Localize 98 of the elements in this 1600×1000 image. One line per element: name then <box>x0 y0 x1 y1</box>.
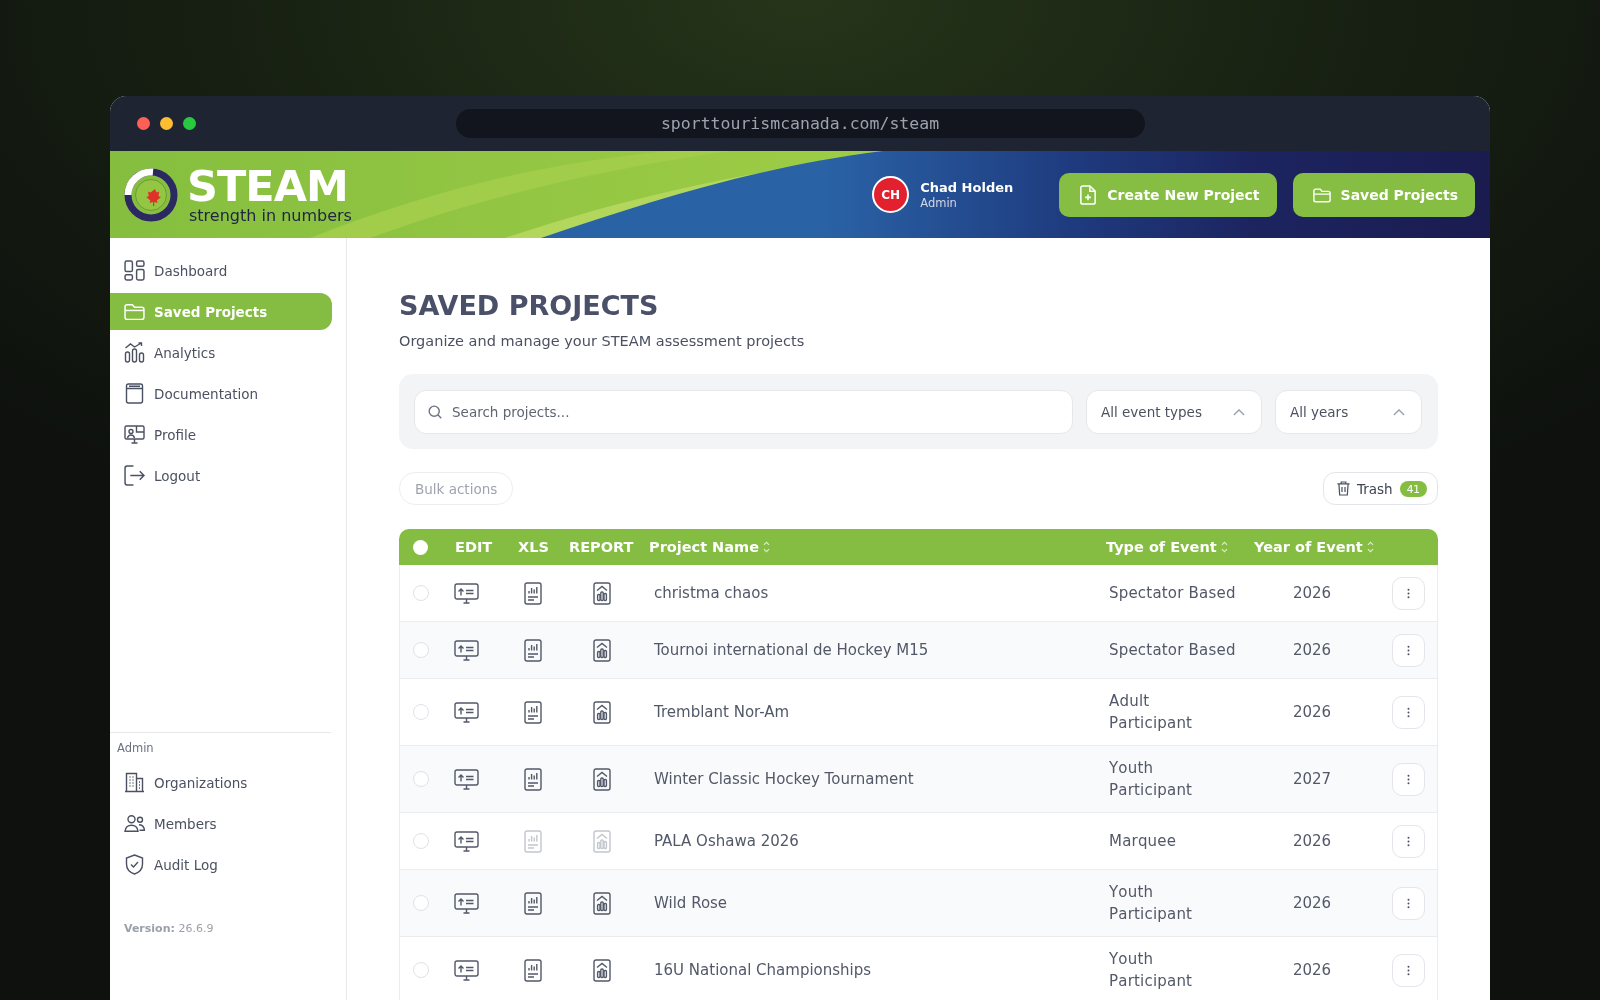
table-cell-text: Spectator Based <box>1109 640 1236 661</box>
version-text: Version: 26.6.9 <box>123 921 215 937</box>
monitor-arrow-icon[interactable] <box>454 639 479 661</box>
sidebar-item[interactable]: Profile <box>110 416 332 453</box>
more-icon <box>1407 964 1410 976</box>
ring-leaf-logo-icon <box>124 167 178 222</box>
logo-text: STEAM <box>187 164 348 207</box>
sidebar-item[interactable]: Logout <box>110 457 332 494</box>
minimize-window-icon[interactable] <box>160 117 173 130</box>
logo-tagline: strength in numbers <box>189 206 352 225</box>
table-cell: Tournoi international de Hockey M15 <box>654 641 929 659</box>
bar-chart-icon <box>124 342 145 363</box>
sidebar-item[interactable]: Audit Log <box>110 846 332 883</box>
column-header: EDIT <box>455 539 493 555</box>
report-document-icon[interactable] <box>593 581 611 605</box>
more-icon <box>1407 835 1410 847</box>
row-radio[interactable] <box>413 704 429 720</box>
table-cell: 2026 <box>1292 832 1332 850</box>
table-cell-text: Spectator Based <box>1109 583 1236 604</box>
monitor-arrow-icon[interactable] <box>454 768 479 790</box>
more-icon <box>1407 644 1410 656</box>
table-cell-text: Adult Participant <box>1109 691 1194 734</box>
building-icon <box>124 772 145 793</box>
trash-button[interactable]: Trash 41 <box>1322 472 1438 505</box>
table-cell: Tremblant Nor-Am <box>654 703 790 721</box>
sidebar-item[interactable]: Dashboard <box>110 252 332 289</box>
document-chart-icon[interactable] <box>524 767 542 791</box>
table-cell: Wild Rose <box>654 894 728 912</box>
report-document-icon[interactable] <box>593 767 611 791</box>
user-role: Admin <box>920 195 958 211</box>
row-radio[interactable] <box>413 895 429 911</box>
document-chart-icon[interactable] <box>524 700 542 724</box>
page-title: SAVED PROJECTS <box>399 289 660 323</box>
row-radio[interactable] <box>413 771 429 787</box>
monitor-arrow-icon[interactable] <box>454 582 479 604</box>
monitor-arrow-icon[interactable] <box>454 892 479 914</box>
table-cell: 2026 <box>1292 894 1332 912</box>
chevron-up-icon <box>1233 408 1245 416</box>
row-radio[interactable] <box>413 962 429 978</box>
book-icon <box>124 383 145 404</box>
maximize-window-icon[interactable] <box>183 117 196 130</box>
more-icon <box>1407 773 1410 785</box>
table-cell: 2026 <box>1292 961 1332 979</box>
table-cell-text: Youth Participant <box>1109 949 1194 992</box>
table-cell: 2026 <box>1292 641 1332 659</box>
monitor-arrow-icon[interactable] <box>454 959 479 981</box>
close-window-icon[interactable] <box>137 117 150 130</box>
shield-check-icon <box>124 854 145 875</box>
monitor-user-icon <box>124 424 145 445</box>
monitor-arrow-icon[interactable] <box>454 701 479 723</box>
document-chart-icon[interactable] <box>524 638 542 662</box>
more-icon <box>1407 706 1410 718</box>
dropdown[interactable]: All event types <box>1086 390 1262 434</box>
table-cell: 2027 <box>1292 770 1332 788</box>
table-cell: PALA Oshawa 2026 <box>654 832 799 850</box>
table-cell: christma chaos <box>654 584 769 602</box>
monitor-arrow-icon[interactable] <box>454 830 479 852</box>
table-cell-text: Youth Participant <box>1109 882 1194 925</box>
more-icon <box>1407 897 1410 909</box>
more-icon <box>1407 587 1410 599</box>
column-header: REPORT <box>569 539 634 555</box>
sidebar-item[interactable]: Members <box>110 805 332 842</box>
sidebar-item[interactable]: Analytics <box>110 334 332 371</box>
address-bar[interactable]: sporttourismcanada.com/steam <box>455 109 1145 138</box>
table-cell-text: Youth Participant <box>1109 758 1194 801</box>
report-document-icon[interactable] <box>593 638 611 662</box>
count-badge: 41 <box>1399 480 1427 497</box>
document-chart-icon[interactable] <box>524 958 542 982</box>
grid-icon <box>124 260 145 281</box>
search-icon <box>428 405 442 419</box>
dropdown[interactable]: All years <box>1275 390 1422 434</box>
table-cell: 2026 <box>1292 584 1332 602</box>
report-document-icon[interactable] <box>593 891 611 915</box>
sidebar-item[interactable]: Organizations <box>110 764 332 801</box>
section-label: Admin <box>116 741 155 756</box>
logout-icon <box>124 465 145 486</box>
column-header: XLS <box>518 539 549 555</box>
table-cell: 2026 <box>1292 703 1332 721</box>
users-icon <box>124 813 145 834</box>
folder-icon <box>124 301 145 322</box>
page-subtitle: Organize and manage your STEAM assessment projects <box>399 332 806 351</box>
row-radio[interactable] <box>413 833 429 849</box>
row-radio[interactable] <box>413 642 429 658</box>
select-all-radio[interactable] <box>413 539 428 555</box>
trash-icon <box>1336 481 1350 496</box>
search-field[interactable]: Search projects... <box>414 390 1073 434</box>
table-cell-text: Marquee <box>1109 831 1177 852</box>
report-document-icon[interactable] <box>593 700 611 724</box>
report-document-icon[interactable] <box>593 958 611 982</box>
row-radio[interactable] <box>413 585 429 601</box>
sidebar-item[interactable]: Documentation <box>110 375 332 412</box>
document-chart-icon[interactable] <box>524 581 542 605</box>
file-plus-icon <box>1079 184 1098 205</box>
table-cell: Winter Classic Hockey Tournament <box>654 770 914 788</box>
table-cell: 16U National Championships <box>654 961 872 979</box>
document-chart-icon[interactable] <box>524 891 542 915</box>
user-name: Chad Holden <box>920 178 1014 196</box>
chevron-up-icon <box>1393 408 1405 416</box>
